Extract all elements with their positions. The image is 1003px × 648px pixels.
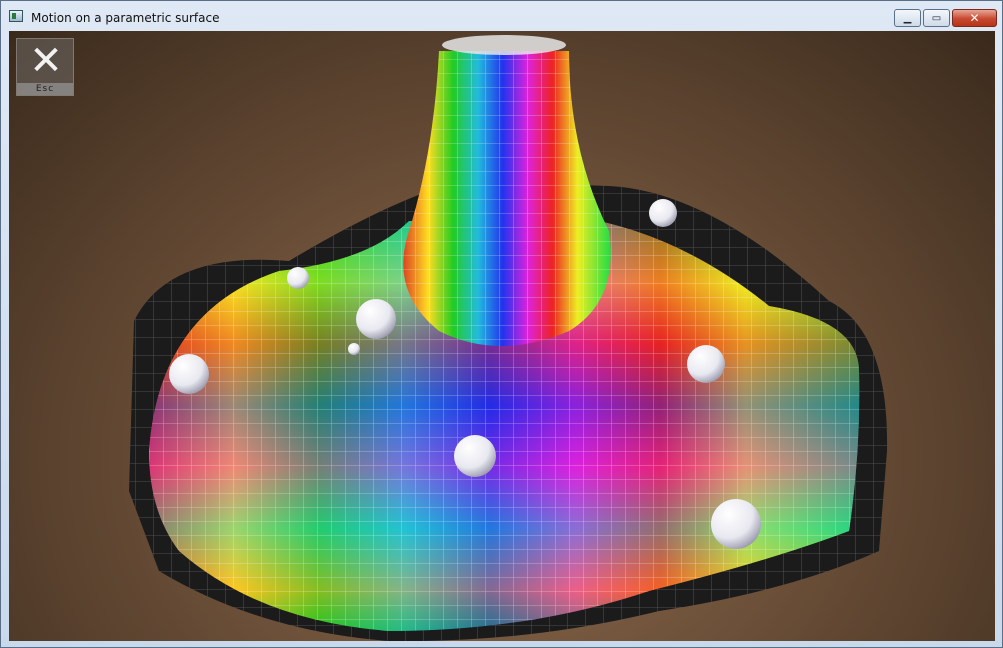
sphere[interactable] <box>649 199 677 227</box>
minimize-button[interactable]: ▁ <box>894 9 921 27</box>
window-controls: ▁ ▭ ✕ <box>892 9 997 27</box>
maximize-button[interactable]: ▭ <box>923 9 950 27</box>
maximize-icon: ▭ <box>931 12 942 24</box>
exit-button[interactable]: ✕ Esc <box>16 38 74 96</box>
surface-scene <box>129 35 888 641</box>
sphere[interactable] <box>711 499 761 549</box>
sphere[interactable] <box>454 435 496 477</box>
exit-button-label: Esc <box>17 83 73 95</box>
peak-top <box>442 35 566 55</box>
sphere[interactable] <box>169 354 209 394</box>
app-icon <box>9 10 23 22</box>
window-title: Motion on a parametric surface <box>31 11 220 25</box>
minimize-icon: ▁ <box>903 12 912 24</box>
sphere[interactable] <box>356 299 396 339</box>
sphere[interactable] <box>687 345 725 383</box>
close-button[interactable]: ✕ <box>952 9 997 27</box>
sphere[interactable] <box>287 267 309 289</box>
sphere[interactable] <box>348 343 360 355</box>
render-viewport[interactable]: ✕ Esc <box>9 31 995 641</box>
close-x-icon: ✕ <box>29 38 63 84</box>
title-bar[interactable]: Motion on a parametric surface ▁ ▭ ✕ <box>1 1 1002 31</box>
close-icon: ✕ <box>969 11 980 25</box>
app-window: Motion on a parametric surface ▁ ▭ ✕ ✕ E… <box>0 0 1003 648</box>
